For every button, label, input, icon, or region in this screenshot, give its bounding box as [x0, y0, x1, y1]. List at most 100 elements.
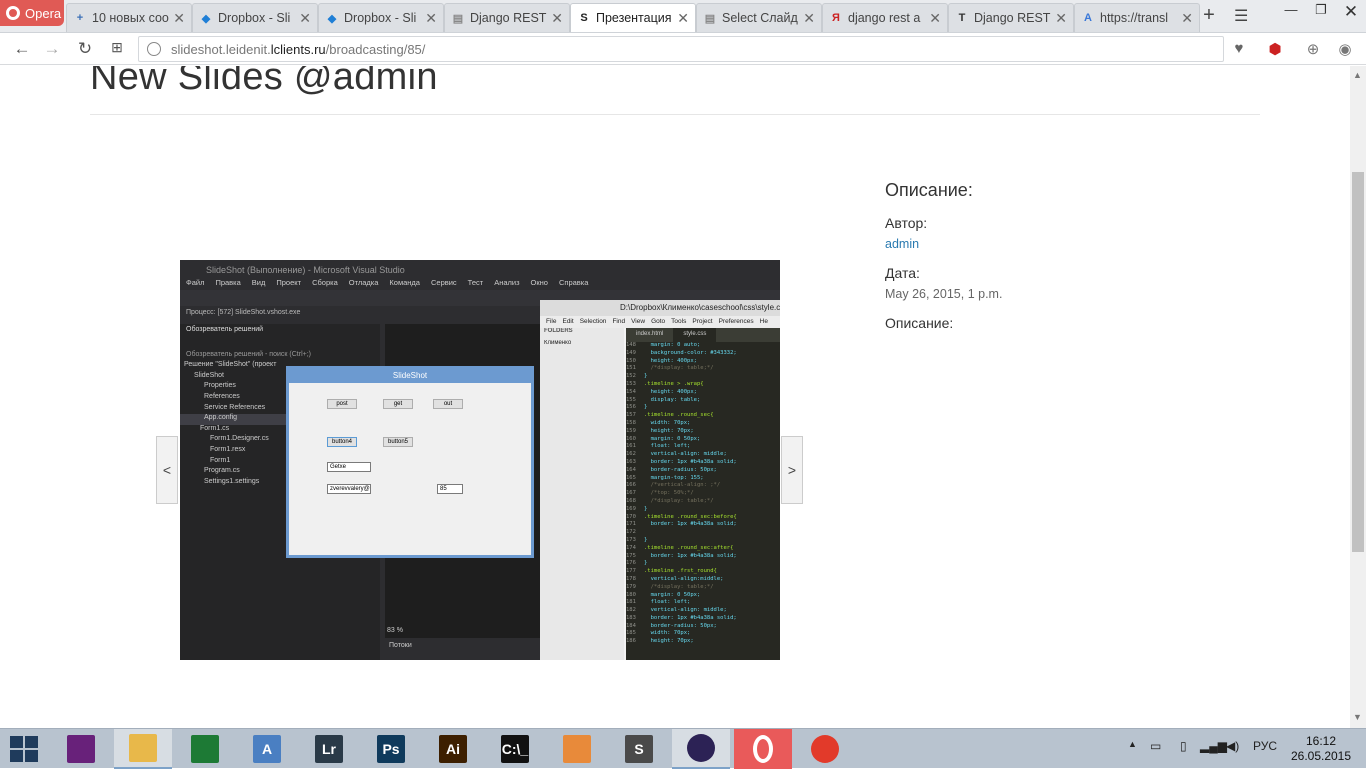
speed-dial-icon[interactable]: ⊞	[107, 39, 127, 56]
network-icon[interactable]: ▂▄▆	[1200, 739, 1227, 753]
opera-menu-label: Opera	[25, 5, 62, 21]
opera-menu-button[interactable]: Opera	[0, 0, 64, 26]
browser-tab[interactable]: ▤ Django REST ✕	[444, 3, 570, 32]
battery-icon[interactable]: ▯	[1180, 739, 1187, 753]
scroll-up-icon[interactable]: ▲	[1353, 70, 1362, 80]
description-panel: Описание: Автор: admin Дата: May 26, 201…	[885, 180, 1002, 337]
slide-line-number: 150	[626, 357, 636, 364]
new-tab-button[interactable]: +	[1198, 4, 1220, 28]
volume-icon[interactable]: ◀)	[1226, 739, 1239, 753]
close-icon[interactable]: ✕	[1336, 2, 1366, 22]
slide-code-line: 150 height: 400px;	[626, 358, 780, 366]
lightroom-app[interactable]: Lr	[300, 729, 358, 769]
explorer-app[interactable]	[114, 729, 172, 769]
slide-line-number: 149	[626, 349, 636, 356]
slide-line-number: 180	[626, 591, 636, 598]
illustrator-icon: Ai	[439, 735, 467, 763]
download-icon[interactable]: ⊕	[1303, 40, 1323, 60]
windows-taskbar: A Lr Ps Ai C:\_ S ▲ ▭ ▯ ▂▄▆ ◀) РУС 16:12 26.0…	[0, 728, 1366, 769]
system-clock[interactable]: 16:12 26.05.2015	[1290, 734, 1352, 764]
reload-icon[interactable]: ↻	[75, 39, 95, 59]
browser-tab[interactable]: S Презентация ✕	[570, 3, 696, 32]
author-link[interactable]: admin	[885, 237, 1002, 251]
slide-line-number: 181	[626, 599, 636, 606]
eclipse-app[interactable]	[672, 729, 730, 769]
browser-tab[interactable]: ◆ Dropbox - Sli ✕	[318, 3, 444, 32]
tab-close-icon[interactable]: ✕	[1055, 10, 1067, 27]
slide-editor-tabs: index.html style.css	[626, 328, 780, 342]
slide-line-number: 162	[626, 451, 636, 458]
language-indicator[interactable]: РУС	[1253, 739, 1277, 753]
account-icon[interactable]: ◉	[1335, 40, 1355, 60]
excel-app[interactable]	[176, 729, 234, 769]
browser-tab[interactable]: T Django REST ✕	[948, 3, 1074, 32]
url-field[interactable]: slideshot.leidenit. lclients.ru/broadcast…	[138, 36, 1224, 62]
tab-close-icon[interactable]: ✕	[929, 10, 941, 27]
slide-code-line: 184 border-radius: 50px;	[626, 623, 780, 631]
opera-app[interactable]	[734, 729, 792, 769]
url-path: /broadcasting/85/	[325, 41, 426, 57]
yandex-app[interactable]	[796, 729, 854, 769]
action-center-icon[interactable]: ▭	[1150, 739, 1161, 753]
visual-studio-app[interactable]	[52, 729, 110, 769]
slide-sublime-window: D:\Dropbox\Клименко\caseschool\css\style…	[540, 300, 780, 660]
adblock-icon[interactable]: ⬢	[1265, 40, 1285, 60]
slide-line-number: 158	[626, 419, 636, 426]
slide-zoom: 83 %	[387, 627, 403, 634]
tab-close-icon[interactable]: ✕	[551, 10, 563, 27]
tray-expand-icon[interactable]: ▲	[1128, 739, 1137, 749]
browser-tab[interactable]: Яdjango rest a ✕	[822, 3, 948, 32]
tab-close-icon[interactable]: ✕	[299, 10, 311, 27]
tab-menu-icon[interactable]: ☰	[1234, 6, 1254, 26]
slide-code-line: 168 /*display: table;*/	[626, 498, 780, 506]
minimize-icon[interactable]: —	[1276, 2, 1306, 22]
tab-close-icon[interactable]: ✕	[1181, 10, 1193, 27]
page-scrollbar[interactable]: ▲ ▼	[1350, 66, 1366, 728]
tab-close-icon[interactable]: ✕	[425, 10, 437, 27]
illustrator-app[interactable]: Ai	[424, 729, 482, 769]
slide-sublime-menu-item: Find	[612, 318, 626, 325]
slide-line-number: 170	[626, 513, 636, 520]
bookmark-heart-icon[interactable]: ♥	[1229, 40, 1249, 60]
slide-line-number: 179	[626, 583, 636, 590]
sublime-app[interactable]: S	[610, 729, 668, 769]
slide-line-text: /*display: table;*/	[644, 497, 714, 504]
tab-close-icon[interactable]: ✕	[173, 10, 185, 27]
slide-form-button: get	[383, 399, 413, 409]
forward-icon[interactable]: →	[42, 39, 62, 59]
slide-line-text: border: 1px #b4a38a solid;	[644, 614, 737, 621]
tab-title: Dropbox - Sli	[218, 11, 291, 25]
slide-line-number: 155	[626, 396, 636, 403]
slide-tree-item: Клименко	[544, 340, 572, 347]
slide-line-text: border-radius: 50px;	[644, 466, 717, 473]
browser-tab[interactable]: Ahttps://transl ✕	[1074, 3, 1200, 32]
windows-logo-icon	[10, 736, 23, 748]
tab-close-icon[interactable]: ✕	[803, 10, 815, 27]
carousel-next-button[interactable]: >	[781, 436, 803, 504]
tab-close-icon[interactable]: ✕	[677, 10, 689, 27]
slide-code-line: 176}	[626, 560, 780, 568]
back-icon[interactable]: ←	[12, 39, 32, 59]
scroll-down-icon[interactable]: ▼	[1353, 712, 1362, 722]
plus-icon: +	[76, 12, 84, 24]
slide-code-line: 163 border: 1px #b4a38a solid;	[626, 459, 780, 467]
carousel-prev-button[interactable]: <	[156, 436, 178, 504]
browser-tab[interactable]: ▤ Select Слайд ✕	[696, 3, 822, 32]
photoshop-icon: Ps	[377, 735, 405, 763]
slide-line-number: 176	[626, 560, 636, 567]
scroll-thumb[interactable]	[1352, 172, 1364, 552]
flashback-app[interactable]	[548, 729, 606, 769]
cmd-app[interactable]: C:\_	[486, 729, 544, 769]
start-button[interactable]	[10, 736, 38, 762]
slide-code-line: 153 .timeline > .wrap{	[626, 381, 780, 389]
terminal-icon: C:\_	[501, 735, 529, 763]
site-info-icon[interactable]	[147, 42, 161, 56]
browser-tab[interactable]: ◆ Dropbox - Sli ✕	[192, 3, 318, 32]
slide-code-line: 166 /*vertical-align: ;*/	[626, 482, 780, 490]
slide-solution-search: Обозреватель решений - поиск (Ctrl+;)	[186, 350, 311, 358]
photoshop-app[interactable]: Ps	[362, 729, 420, 769]
document-app[interactable]: A	[238, 729, 296, 769]
browser-tab-bar: Opera +10 новых соо ✕ ◆ Dropbox - Sli ✕ ◆ Drop…	[0, 0, 1366, 33]
restore-icon[interactable]: ❐	[1306, 2, 1336, 22]
browser-tab[interactable]: +10 новых соо ✕	[66, 3, 192, 32]
